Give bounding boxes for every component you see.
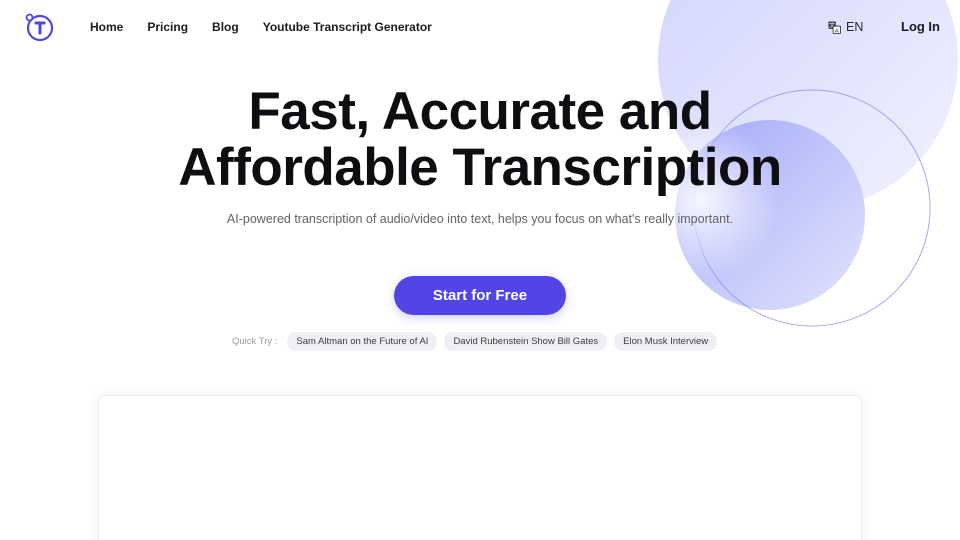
page: Home Pricing Blog Youtube Transcript Gen… (0, 0, 960, 540)
nav-youtube-transcript-link[interactable]: Youtube Transcript Generator (263, 19, 432, 35)
quick-try-bar: Quick Try : Sam Altman on the Future of … (232, 332, 724, 351)
quick-try-chip-david-rubenstein[interactable]: David Rubenstein Show Bill Gates (444, 332, 608, 351)
login-link[interactable]: Log In (901, 18, 940, 36)
preview-panel (98, 395, 862, 540)
t-logo-icon[interactable] (23, 11, 55, 43)
hero-title-line-2: Affordable Transcription (178, 138, 782, 197)
nav-blog-link[interactable]: Blog (212, 19, 239, 35)
quick-try-chip-elon-musk[interactable]: Elon Musk Interview (614, 332, 718, 351)
quick-try-chip-sam-altman[interactable]: Sam Altman on the Future of AI (287, 332, 438, 351)
language-switcher[interactable]: 文 A EN (828, 19, 863, 35)
svg-text:A: A (835, 28, 839, 34)
hero-subtitle: AI-powered transcription of audio/video … (226, 212, 734, 226)
nav-home-link[interactable]: Home (90, 19, 123, 35)
header: Home Pricing Blog Youtube Transcript Gen… (0, 0, 960, 54)
hero-title-line-1: Fast, Accurate and (248, 82, 712, 141)
language-label: EN (846, 20, 864, 34)
quick-try-label: Quick Try : (232, 335, 278, 347)
nav-pricing-link[interactable]: Pricing (147, 19, 188, 35)
translate-icon: 文 A (828, 20, 841, 34)
main-nav: Home Pricing Blog Youtube Transcript Gen… (90, 19, 456, 35)
hero-title: Fast, Accurate and Affordable Transcript… (0, 84, 960, 196)
start-for-free-button[interactable]: Start for Free (394, 276, 566, 315)
